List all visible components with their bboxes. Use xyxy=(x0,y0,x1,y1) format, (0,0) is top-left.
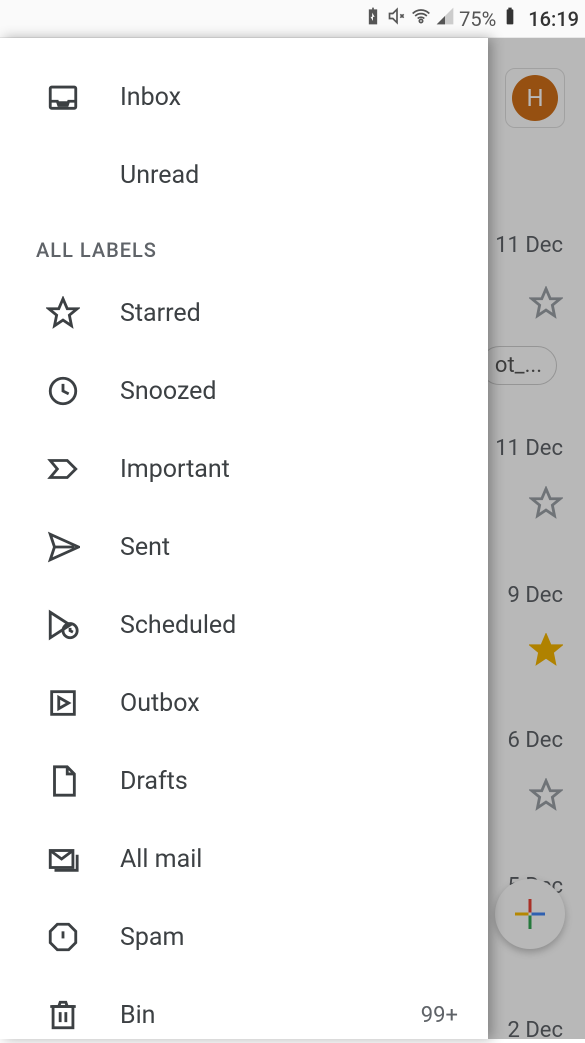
battery-saver-icon xyxy=(363,6,383,31)
nav-label: Inbox xyxy=(120,83,488,112)
allmail-icon xyxy=(44,842,82,876)
nav-label: All mail xyxy=(120,845,488,874)
send-icon xyxy=(44,530,82,564)
nav-item-unread[interactable]: Unread xyxy=(0,136,488,214)
mute-vibrate-icon xyxy=(387,6,407,31)
star-icon xyxy=(44,296,82,330)
nav-label: Starred xyxy=(120,299,488,328)
nav-label: Unread xyxy=(120,161,488,190)
clock-time: 16:19 xyxy=(528,7,579,31)
trash-icon xyxy=(44,998,82,1032)
nav-item-bin[interactable]: Bin 99+ xyxy=(0,976,488,1039)
wifi-icon xyxy=(411,6,431,31)
important-icon xyxy=(44,452,82,486)
status-bar: 75% 16:19 xyxy=(0,0,585,38)
battery-percent: 75% xyxy=(459,7,496,31)
nav-item-sent[interactable]: Sent xyxy=(0,508,488,586)
nav-label: Snoozed xyxy=(120,377,488,406)
nav-label: Spam xyxy=(120,923,488,952)
nav-item-inbox[interactable]: Inbox xyxy=(0,58,488,136)
outbox-icon xyxy=(44,686,82,720)
navigation-drawer: Inbox Unread ALL LABELS Starred Snoozed … xyxy=(0,38,488,1039)
nav-item-important[interactable]: Important xyxy=(0,430,488,508)
nav-label: Drafts xyxy=(120,767,488,796)
nav-count: 99+ xyxy=(421,1003,458,1028)
drafts-icon xyxy=(44,764,82,798)
clock-icon xyxy=(44,374,82,408)
nav-label: Sent xyxy=(120,533,488,562)
nav-item-starred[interactable]: Starred xyxy=(0,274,488,352)
nav-label: Important xyxy=(120,455,488,484)
nav-item-outbox[interactable]: Outbox xyxy=(0,664,488,742)
nav-item-snoozed[interactable]: Snoozed xyxy=(0,352,488,430)
nav-label: Outbox xyxy=(120,689,488,718)
inbox-icon xyxy=(44,80,82,114)
battery-icon xyxy=(500,6,520,31)
signal-icon xyxy=(435,6,455,31)
nav-label: Scheduled xyxy=(120,611,488,640)
nav-item-allmail[interactable]: All mail xyxy=(0,820,488,898)
nav-label: Bin xyxy=(120,1001,421,1030)
section-all-labels: ALL LABELS xyxy=(0,214,488,274)
nav-item-spam[interactable]: Spam xyxy=(0,898,488,976)
spam-icon xyxy=(44,920,82,954)
scheduled-icon xyxy=(44,608,82,642)
nav-item-drafts[interactable]: Drafts xyxy=(0,742,488,820)
nav-item-scheduled[interactable]: Scheduled xyxy=(0,586,488,664)
